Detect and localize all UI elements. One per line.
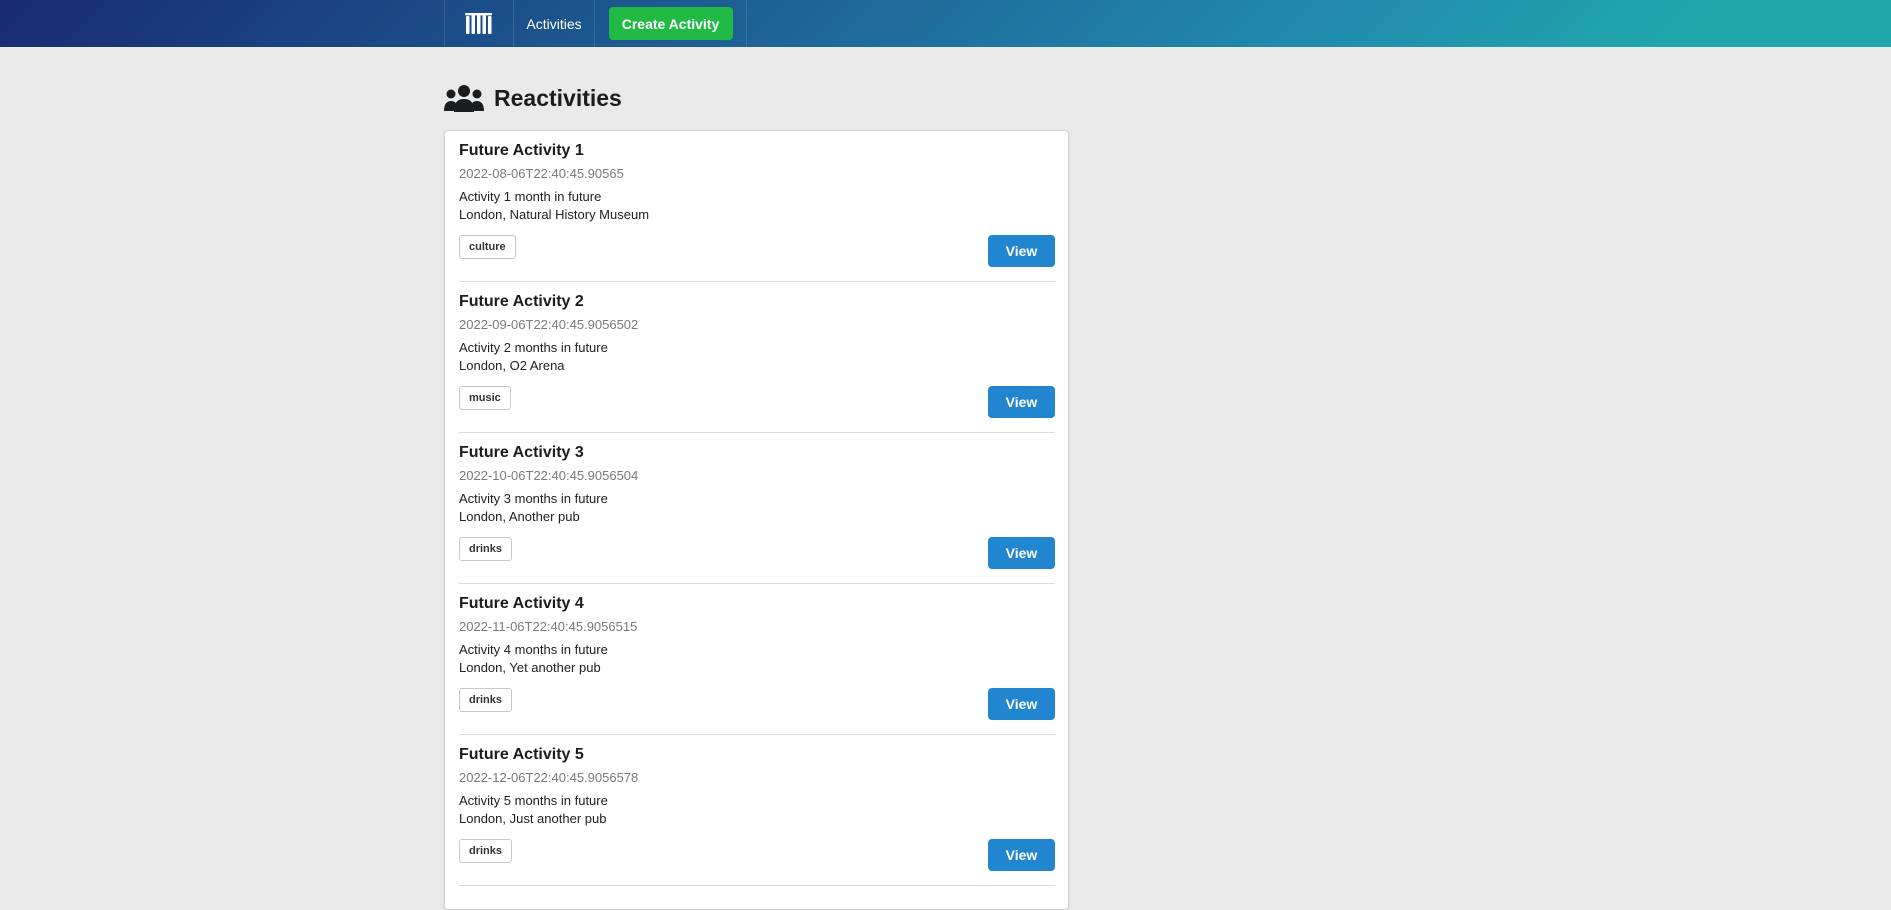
activity-item: Future Activity 4 2022-11-06T22:40:45.90… bbox=[459, 584, 1055, 735]
activity-date: 2022-10-06T22:40:45.9056504 bbox=[459, 468, 639, 483]
navbar-menu: Activities Create Activity bbox=[444, 0, 747, 47]
activity-venue: London, Just another pub bbox=[459, 811, 607, 826]
page-header: Reactivities bbox=[444, 84, 622, 112]
activity-title[interactable]: Future Activity 2 bbox=[459, 293, 584, 311]
navbar-logo[interactable] bbox=[444, 0, 514, 47]
activity-category-tag: drinks bbox=[459, 537, 513, 561]
activity-title[interactable]: Future Activity 4 bbox=[459, 595, 584, 613]
logo-icon bbox=[465, 12, 492, 34]
activity-date: 2022-12-06T22:40:45.9056578 bbox=[459, 770, 639, 785]
activity-category-tag: music bbox=[459, 386, 511, 410]
activity-list: Future Activity 1 2022-08-06T22:40:45.90… bbox=[444, 130, 1069, 910]
activity-description: Activity 4 months in future bbox=[459, 642, 608, 657]
activity-description: Activity 3 months in future bbox=[459, 491, 608, 506]
activity-title[interactable]: Future Activity 1 bbox=[459, 142, 584, 160]
activity-category-tag: culture bbox=[459, 235, 516, 259]
activity-date: 2022-08-06T22:40:45.90565 bbox=[459, 166, 624, 181]
nav-create-item: Create Activity bbox=[595, 0, 747, 47]
activity-title[interactable]: Future Activity 5 bbox=[459, 746, 584, 764]
activity-description: Activity 5 months in future bbox=[459, 793, 608, 808]
view-button[interactable]: View bbox=[988, 386, 1055, 418]
top-navbar: Activities Create Activity bbox=[0, 0, 1891, 47]
activity-item: Future Activity 5 2022-12-06T22:40:45.90… bbox=[459, 735, 1055, 886]
activity-category-tag: drinks bbox=[459, 688, 513, 712]
activity-description: Activity 2 months in future bbox=[459, 340, 608, 355]
view-button[interactable]: View bbox=[988, 537, 1055, 569]
nav-activities-label: Activities bbox=[526, 15, 582, 32]
activity-item: Future Activity 2 2022-09-06T22:40:45.90… bbox=[459, 282, 1055, 433]
nav-activities-link[interactable]: Activities bbox=[514, 0, 595, 47]
activity-item: Future Activity 1 2022-08-06T22:40:45.90… bbox=[459, 131, 1055, 282]
activity-venue: London, Yet another pub bbox=[459, 660, 601, 675]
view-button[interactable]: View bbox=[988, 688, 1055, 720]
activity-date: 2022-11-06T22:40:45.9056515 bbox=[459, 619, 638, 634]
activity-title[interactable]: Future Activity 3 bbox=[459, 444, 584, 462]
activity-item: Future Activity 3 2022-10-06T22:40:45.90… bbox=[459, 433, 1055, 584]
activity-date: 2022-09-06T22:40:45.9056502 bbox=[459, 317, 639, 332]
view-button[interactable]: View bbox=[988, 235, 1055, 267]
create-activity-button[interactable]: Create Activity bbox=[608, 7, 733, 40]
page-title: Reactivities bbox=[494, 84, 622, 111]
view-button[interactable]: View bbox=[988, 839, 1055, 871]
users-icon bbox=[444, 85, 484, 112]
activity-venue: London, Natural History Museum bbox=[459, 207, 650, 222]
activity-venue: London, O2 Arena bbox=[459, 358, 565, 373]
activity-description: Activity 1 month in future bbox=[459, 189, 602, 204]
activity-category-tag: drinks bbox=[459, 839, 513, 863]
activity-venue: London, Another pub bbox=[459, 509, 580, 524]
